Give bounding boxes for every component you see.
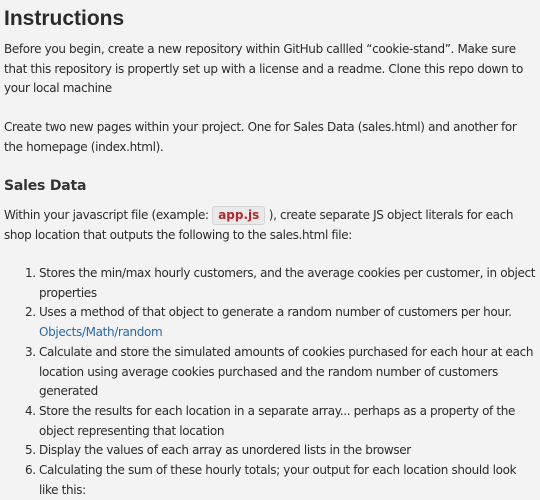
list-item-text: Calculating the sum of these hourly tota… (39, 463, 517, 497)
list-item-number: 1. (25, 266, 36, 280)
list-item-number: 3. (25, 344, 36, 359)
javascript-paragraph-lead: Within your javascript file (example: (4, 208, 213, 222)
math-random-link[interactable]: Objects/Math/random (39, 325, 163, 339)
inline-code-app-js: app.js (212, 206, 266, 225)
page-title: Instructions (4, 7, 125, 30)
list-item-number: 5. (25, 443, 36, 458)
javascript-paragraph: Within your javascript file (example: ap… (4, 206, 536, 245)
list-item: 6. Calculating the sum of these hourly t… (4, 461, 536, 500)
list-item: 2. Uses a method of that object to gener… (4, 303, 536, 342)
list-item: 5. Display the values of each array as u… (4, 441, 536, 461)
steps-list: 1. Stores the min/max hourly customers, … (4, 264, 536, 500)
list-item: 4. Store the results for each location i… (4, 402, 536, 441)
intro-paragraph: Before you begin, create a new repositor… (4, 42, 524, 96)
instructions-page: Instructions Before you begin, create a … (0, 0, 540, 497)
list-item-number: 2. (25, 305, 36, 320)
list-item: 3. Calculate and store the simulated amo… (4, 343, 536, 402)
list-item-text: Calculate and store the simulated amount… (39, 344, 534, 399)
list-item-text: Display the values of each array as unor… (39, 443, 411, 458)
pages-paragraph: Create two new pages within your project… (4, 120, 517, 154)
list-item-text: Uses a method of that object to generate… (39, 305, 512, 320)
list-item-text: Stores the min/max hourly customers, and… (39, 266, 536, 300)
list-item-text: Store the results for each location in a… (39, 403, 516, 438)
list-item: 1. Stores the min/max hourly customers, … (4, 264, 536, 303)
list-item-number: 6. (25, 463, 36, 478)
list-item-number: 4. (25, 403, 36, 418)
section-heading-sales-data: Sales Data (4, 178, 87, 194)
